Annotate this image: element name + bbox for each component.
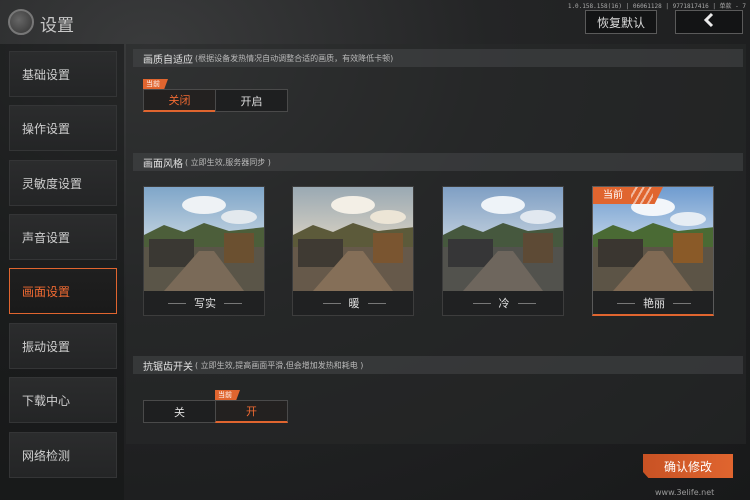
- watermark: www.3elife.net: [655, 488, 715, 497]
- style-label: 写实: [144, 291, 264, 315]
- style-card-warm[interactable]: 暖: [292, 186, 414, 316]
- current-tag-label: 当前: [603, 190, 623, 201]
- style-label: 暖: [293, 291, 413, 315]
- reset-defaults-button[interactable]: 恢复默认: [585, 10, 657, 34]
- section-header-style: 画面风格 ( 立即生效,服务器同步 ): [133, 153, 743, 171]
- section-header-antialias: 抗锯齿开关 ( 立即生效,提高画面平滑,但会增加发热和耗电 ): [133, 356, 743, 374]
- sidebar-item-vibration[interactable]: 振动设置: [9, 323, 117, 369]
- sidebar-item-basic[interactable]: 基础设置: [9, 51, 117, 97]
- section-header-quality: 画质自适应 (根据设备发热情况自动调整合适的画质，有效降低卡顿): [133, 49, 743, 67]
- chevron-left-icon: [701, 12, 717, 32]
- sidebar-item-controls[interactable]: 操作设置: [9, 105, 117, 151]
- style-card-cool[interactable]: 冷: [442, 186, 564, 316]
- style-preview-image: [144, 187, 264, 291]
- confirm-changes-button[interactable]: 确认修改: [643, 454, 733, 478]
- settings-sidebar: 基础设置 操作设置 灵敏度设置 声音设置 画面设置 振动设置 下载中心 网络检测: [0, 44, 124, 500]
- back-button[interactable]: [675, 10, 743, 34]
- antialias-on-option[interactable]: 开: [215, 400, 288, 423]
- current-tag: 当前: [215, 390, 240, 400]
- sidebar-item-sound[interactable]: 声音设置: [9, 214, 117, 260]
- style-preview-image: [293, 187, 413, 291]
- section-title: 画质自适应: [143, 54, 193, 66]
- section-title: 抗锯齿开关: [143, 361, 193, 373]
- sidebar-item-sensitivity[interactable]: 灵敏度设置: [9, 160, 117, 206]
- sidebar-item-graphics[interactable]: 画面设置: [9, 268, 117, 314]
- style-card-realistic[interactable]: 写实: [143, 186, 265, 316]
- current-tag: 当前: [593, 187, 663, 204]
- page-title: 设置: [40, 16, 74, 36]
- tag-stripes-decoration: [631, 187, 653, 204]
- section-note: ( 立即生效,服务器同步 ): [185, 157, 271, 167]
- style-label: 艳丽: [593, 291, 713, 314]
- quality-on-option[interactable]: 开启: [215, 89, 288, 112]
- game-logo-icon: [8, 9, 34, 35]
- style-card-vivid[interactable]: 当前 艳丽: [592, 186, 714, 316]
- current-tag: 当前: [143, 79, 168, 89]
- version-info: 1.0.158.158(16) | 06061128 | 9771817416 …: [567, 3, 746, 10]
- section-note: ( 立即生效,提高画面平滑,但会增加发热和耗电 ): [195, 360, 364, 370]
- sidebar-item-downloads[interactable]: 下载中心: [9, 377, 117, 423]
- antialias-off-option[interactable]: 关: [143, 400, 216, 423]
- sidebar-item-network[interactable]: 网络检测: [9, 432, 117, 478]
- quality-off-option[interactable]: 关闭: [143, 89, 216, 112]
- section-title: 画面风格: [143, 158, 183, 170]
- style-preview-image: [443, 187, 563, 291]
- section-note: (根据设备发热情况自动调整合适的画质，有效降低卡顿): [195, 53, 394, 63]
- top-bar: 设置 1.0.158.158(16) | 06061128 | 97718174…: [0, 0, 750, 44]
- style-label: 冷: [443, 291, 563, 315]
